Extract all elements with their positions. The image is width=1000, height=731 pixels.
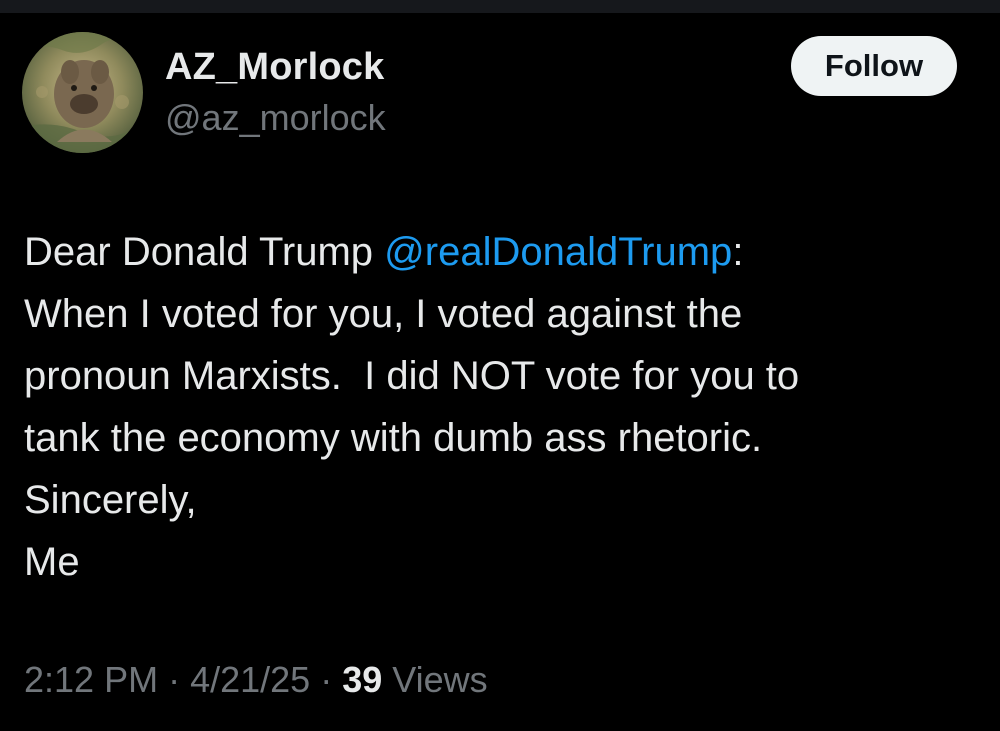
tweet-date[interactable]: 4/21/25 [190, 659, 310, 700]
tweet-line-6: Me [24, 540, 80, 584]
avatar-image [22, 32, 143, 153]
tweet-line-5: Sincerely, [24, 478, 197, 522]
meta-separator-1: · [158, 659, 191, 700]
tweet-meta: 2:12 PM · 4/21/25 · 39 Views [24, 656, 488, 704]
tweet-text: Dear Donald Trump @realDonaldTrump: When… [24, 221, 984, 593]
tweet-page: AZ_Morlock @az_morlock Follow Dear Donal… [0, 0, 1000, 731]
tweet-line-3: pronoun Marxists. I did NOT vote for you… [24, 354, 800, 398]
meta-separator-2: · [310, 659, 343, 700]
tweet-line-1: Dear Donald Trump @realDonaldTrump: [24, 221, 984, 283]
views-count: 39 [342, 659, 383, 700]
tweet-time[interactable]: 2:12 PM [24, 659, 158, 700]
tweet-line-4: tank the economy with dumb ass rhetoric. [24, 416, 763, 460]
display-name[interactable]: AZ_Morlock [165, 44, 384, 90]
views-label: Views [382, 659, 488, 700]
mention-link[interactable]: @realDonaldTrump [384, 230, 732, 274]
user-handle[interactable]: @az_morlock [165, 96, 386, 140]
avatar[interactable] [22, 32, 143, 153]
top-strip [0, 0, 1000, 13]
tweet-text-suffix: : [732, 230, 744, 274]
tweet-line-2: When I voted for you, I voted against th… [24, 292, 743, 336]
tweet-text-prefix: Dear Donald Trump [24, 230, 385, 274]
follow-button[interactable]: Follow [791, 36, 957, 96]
